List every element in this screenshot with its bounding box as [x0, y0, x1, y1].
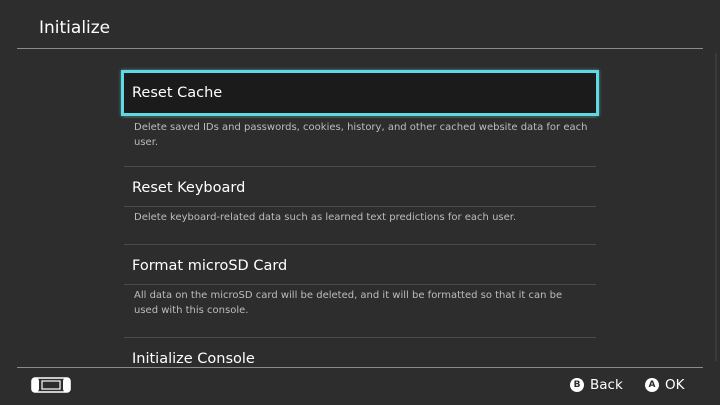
options-list[interactable]: Reset Cache Delete saved IDs and passwor…: [0, 49, 720, 367]
page-title: Initialize: [39, 18, 111, 38]
option-divider: [124, 284, 596, 285]
option-divider: [124, 206, 596, 207]
option-title[interactable]: Format microSD Card: [124, 244, 596, 288]
option-description: All data on the microSD card will be del…: [134, 290, 563, 316]
scrollbar[interactable]: [715, 53, 717, 361]
ok-button[interactable]: A OK: [645, 374, 684, 396]
option-title[interactable]: Reset Keyboard: [124, 166, 596, 210]
a-button-icon: A: [645, 378, 659, 392]
option-divider: [124, 117, 596, 118]
back-button[interactable]: B Back: [570, 374, 623, 396]
b-button-icon: B: [570, 378, 584, 392]
option-title[interactable]: Reset Cache: [121, 70, 599, 116]
controller-icon: [31, 377, 71, 393]
footer: B Back A OK: [0, 368, 720, 405]
option-description: Delete saved IDs and passwords, cookies,…: [134, 122, 588, 148]
initialize-screen: Initialize Reset Cache Delete saved IDs …: [0, 0, 720, 405]
option-title[interactable]: Initialize Console: [124, 337, 596, 367]
back-label: Back: [590, 377, 623, 393]
option-description: Delete keyboard-related data such as lea…: [134, 212, 517, 223]
ok-label: OK: [665, 377, 685, 393]
header: Initialize: [0, 0, 720, 48]
